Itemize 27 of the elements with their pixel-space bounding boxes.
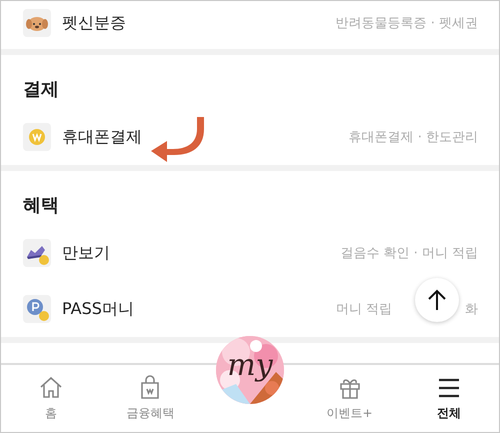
section-title: 결제 xyxy=(22,78,60,102)
coin-icon xyxy=(23,295,51,323)
menu-label: 휴대폰결제 xyxy=(62,126,142,148)
coin-icon xyxy=(23,123,51,151)
menu-detail: 화 xyxy=(465,301,478,318)
home-icon xyxy=(38,375,64,401)
menu-row[interactable]: PASS머니 머니 적립 화 xyxy=(1,281,499,337)
menu-row[interactable]: 만보기 걸음수 확인 · 머니 적립 xyxy=(1,225,499,281)
nav-tab[interactable]: 전체 xyxy=(399,365,499,432)
menu-detail: 반려동물등록증 · 펫세권 xyxy=(336,15,478,32)
sneaker-icon xyxy=(23,239,51,267)
menu-detail: 머니 적립 xyxy=(336,301,392,318)
menu-detail: 걸음수 확인 · 머니 적립 xyxy=(340,245,478,262)
dog-icon xyxy=(23,9,51,37)
nav-tab[interactable]: 이벤트+ xyxy=(300,365,400,432)
nav-tab[interactable]: 금융혜택 xyxy=(100,365,200,432)
menu-detail: 휴대폰결제 · 한도관리 xyxy=(348,129,478,146)
menu-label: 펫신분증 xyxy=(62,12,126,34)
menu-row[interactable]: 휴대폰결제 휴대폰결제 · 한도관리 xyxy=(1,109,499,165)
menu-label: PASS머니 xyxy=(62,298,134,320)
scroll-top-button[interactable] xyxy=(415,278,459,322)
menu-row[interactable]: 펫신분증 반려동물등록증 · 펫세권 xyxy=(1,1,499,49)
section-title: 혜택 xyxy=(22,194,60,218)
menu-label: 만보기 xyxy=(62,242,110,264)
my-logo-button[interactable]: my xyxy=(216,336,284,404)
arrow-up-icon xyxy=(426,288,448,312)
nav-tab[interactable]: 홈 xyxy=(1,365,101,432)
